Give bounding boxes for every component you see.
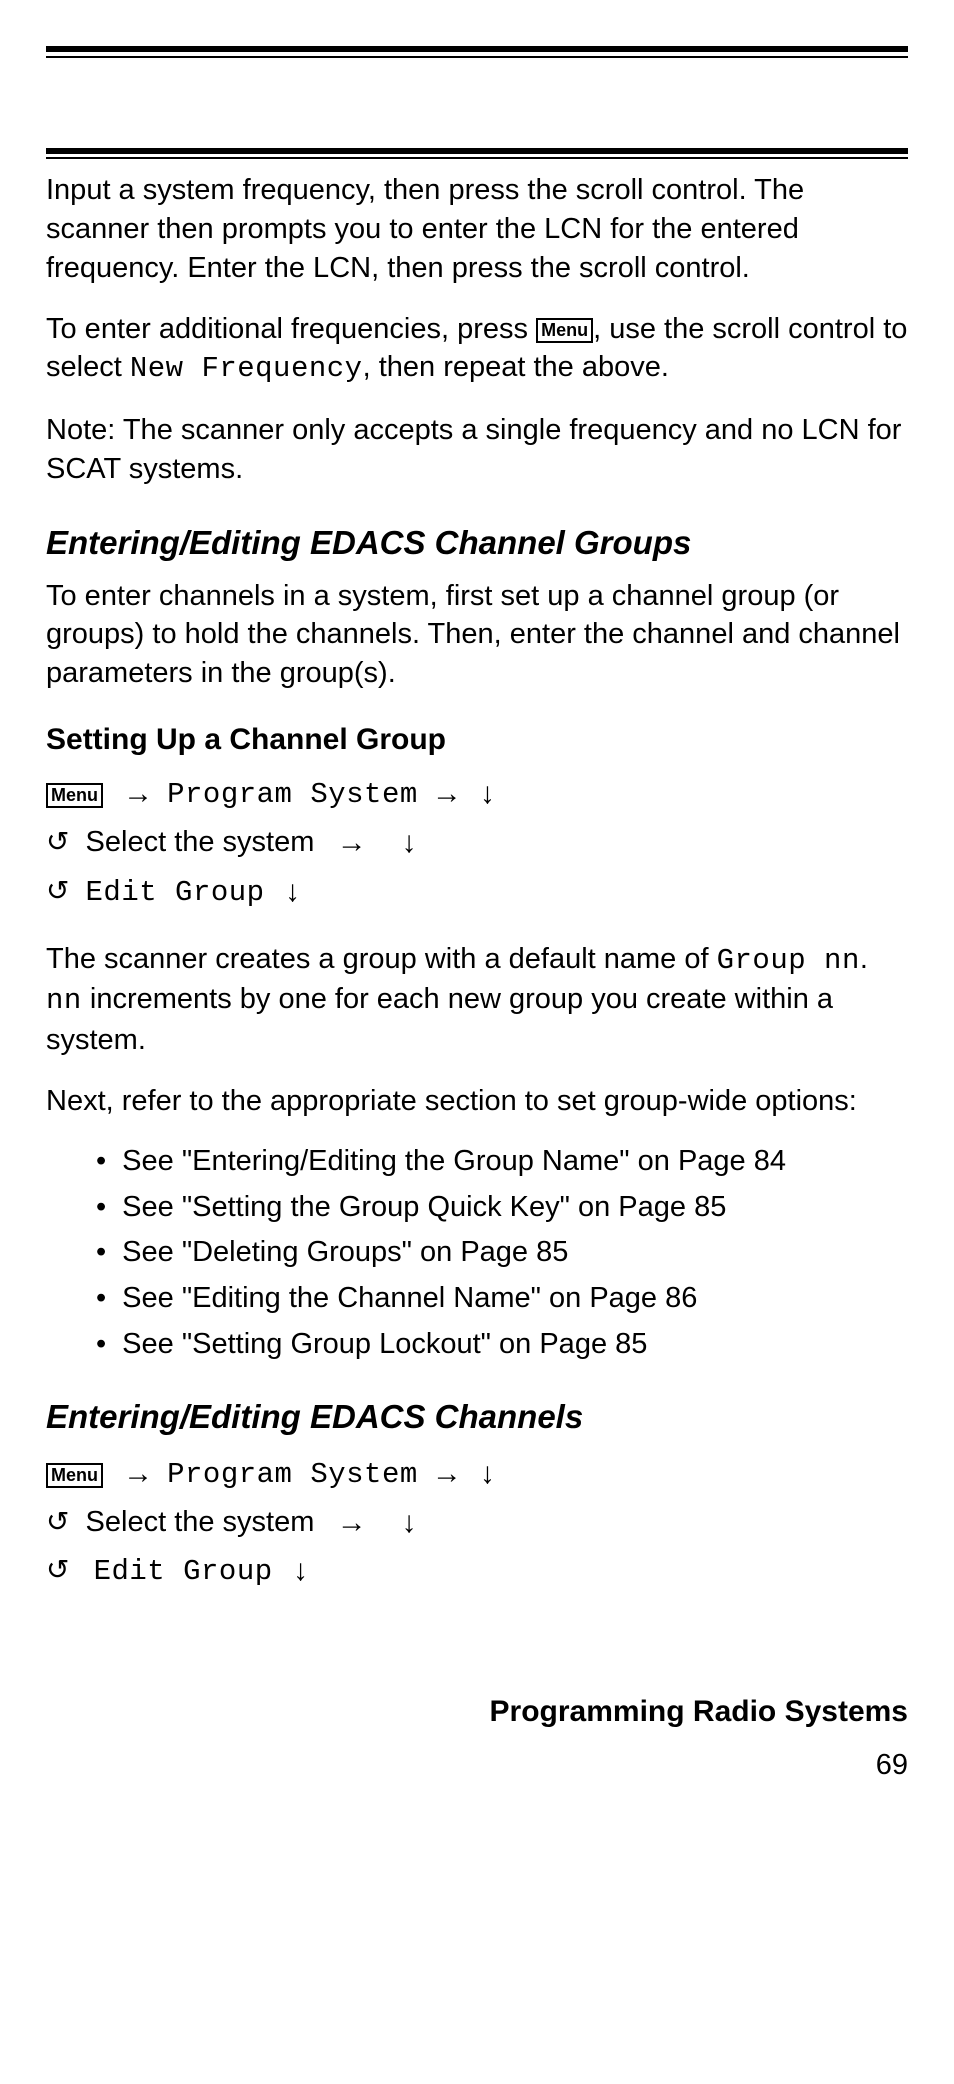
nav2-code1: Program System: [167, 1458, 418, 1491]
nav-sequence-2: Menu → Program System → ↓ ↺ Select the s…: [46, 1451, 908, 1595]
arrow-right-icon: →: [117, 777, 159, 810]
arrow-down-icon: ↓: [273, 875, 304, 908]
header-rule-thin: [46, 157, 908, 159]
nav2-line2: ↺ Select the system → ↓: [46, 1500, 908, 1547]
nav1-line2: ↺ Select the system → ↓: [46, 820, 908, 867]
arrow-right-icon: →: [117, 1457, 159, 1490]
next-ref-paragraph: Next, refer to the appropriate section t…: [46, 1082, 908, 1121]
heading-setup-group: Setting Up a Channel Group: [46, 723, 908, 757]
scroll-icon: ↺: [46, 820, 77, 863]
page-number: 69: [46, 1749, 908, 1782]
footer-section-title: Programming Radio Systems: [46, 1695, 908, 1729]
list-item: See "Editing the Channel Name" on Page 8…: [96, 1280, 908, 1318]
arrow-right-icon: →: [322, 826, 372, 859]
top-rule-thin: [46, 56, 908, 58]
nav1-text2: Select the system: [86, 826, 315, 858]
arrow-right-icon: →: [426, 1457, 468, 1490]
menu-chip: Menu: [46, 1463, 103, 1488]
heading-edacs-groups: Entering/Editing EDACS Channel Groups: [46, 523, 908, 563]
scroll-icon: ↺: [46, 1500, 77, 1543]
nav2-code3: Edit Group: [94, 1555, 273, 1588]
list-item: See "Setting the Group Quick Key" on Pag…: [96, 1189, 908, 1227]
arrow-down-icon: ↓: [476, 1457, 499, 1490]
nav1-code3: Edit Group: [86, 876, 265, 909]
nav1-line1: Menu → Program System → ↓: [46, 771, 908, 818]
group-name-paragraph: The scanner creates a group with a defau…: [46, 940, 908, 1061]
menu-chip: Menu: [46, 783, 103, 808]
nav2-line1: Menu → Program System → ↓: [46, 1451, 908, 1498]
after-nav1-c: increments by one for each new group you…: [46, 983, 833, 1056]
header-rule-thick: [46, 148, 908, 154]
manual-page: Input a system frequency, then press the…: [0, 0, 954, 1812]
arrow-down-icon: ↓: [476, 777, 499, 810]
nn-code: nn: [46, 984, 82, 1017]
list-item: See "Entering/Editing the Group Name" on…: [96, 1143, 908, 1181]
intro-paragraph-2: To enter additional frequencies, press M…: [46, 310, 908, 390]
top-rule-thick: [46, 46, 908, 52]
arrow-right-icon: →: [426, 777, 468, 810]
menu-chip: Menu: [536, 318, 593, 343]
scroll-icon: ↺: [46, 869, 77, 912]
reference-list: See "Entering/Editing the Group Name" on…: [46, 1143, 908, 1363]
intro2-text-a: To enter additional frequencies, press: [46, 313, 536, 345]
nav2-text2: Select the system: [86, 1506, 315, 1538]
intro2-text-c: , then repeat the above.: [363, 351, 669, 383]
arrow-down-icon: ↓: [381, 826, 421, 859]
after-nav1-b: .: [860, 943, 868, 975]
intro2-code: New Frequency: [130, 352, 363, 385]
nav1-code1: Program System: [167, 778, 418, 811]
nav1-line3: ↺ Edit Group ↓: [46, 869, 908, 916]
heading-edacs-channels: Entering/Editing EDACS Channels: [46, 1397, 908, 1437]
arrow-right-icon: →: [322, 1506, 372, 1539]
list-item: See "Setting Group Lockout" on Page 85: [96, 1326, 908, 1364]
scroll-icon: ↺: [46, 1548, 77, 1591]
intro-paragraph-1: Input a system frequency, then press the…: [46, 171, 908, 288]
list-item: See "Deleting Groups" on Page 85: [96, 1234, 908, 1272]
groups-intro: To enter channels in a system, first set…: [46, 577, 908, 694]
scat-note: Note: The scanner only accepts a single …: [46, 411, 908, 489]
arrow-down-icon: ↓: [381, 1506, 421, 1539]
arrow-down-icon: ↓: [281, 1554, 312, 1587]
nav-sequence-1: Menu → Program System → ↓ ↺ Select the s…: [46, 771, 908, 915]
after-nav1-a: The scanner creates a group with a defau…: [46, 943, 717, 975]
group-nn-code: Group nn: [717, 944, 860, 977]
nav2-line3: ↺ Edit Group ↓: [46, 1548, 908, 1595]
